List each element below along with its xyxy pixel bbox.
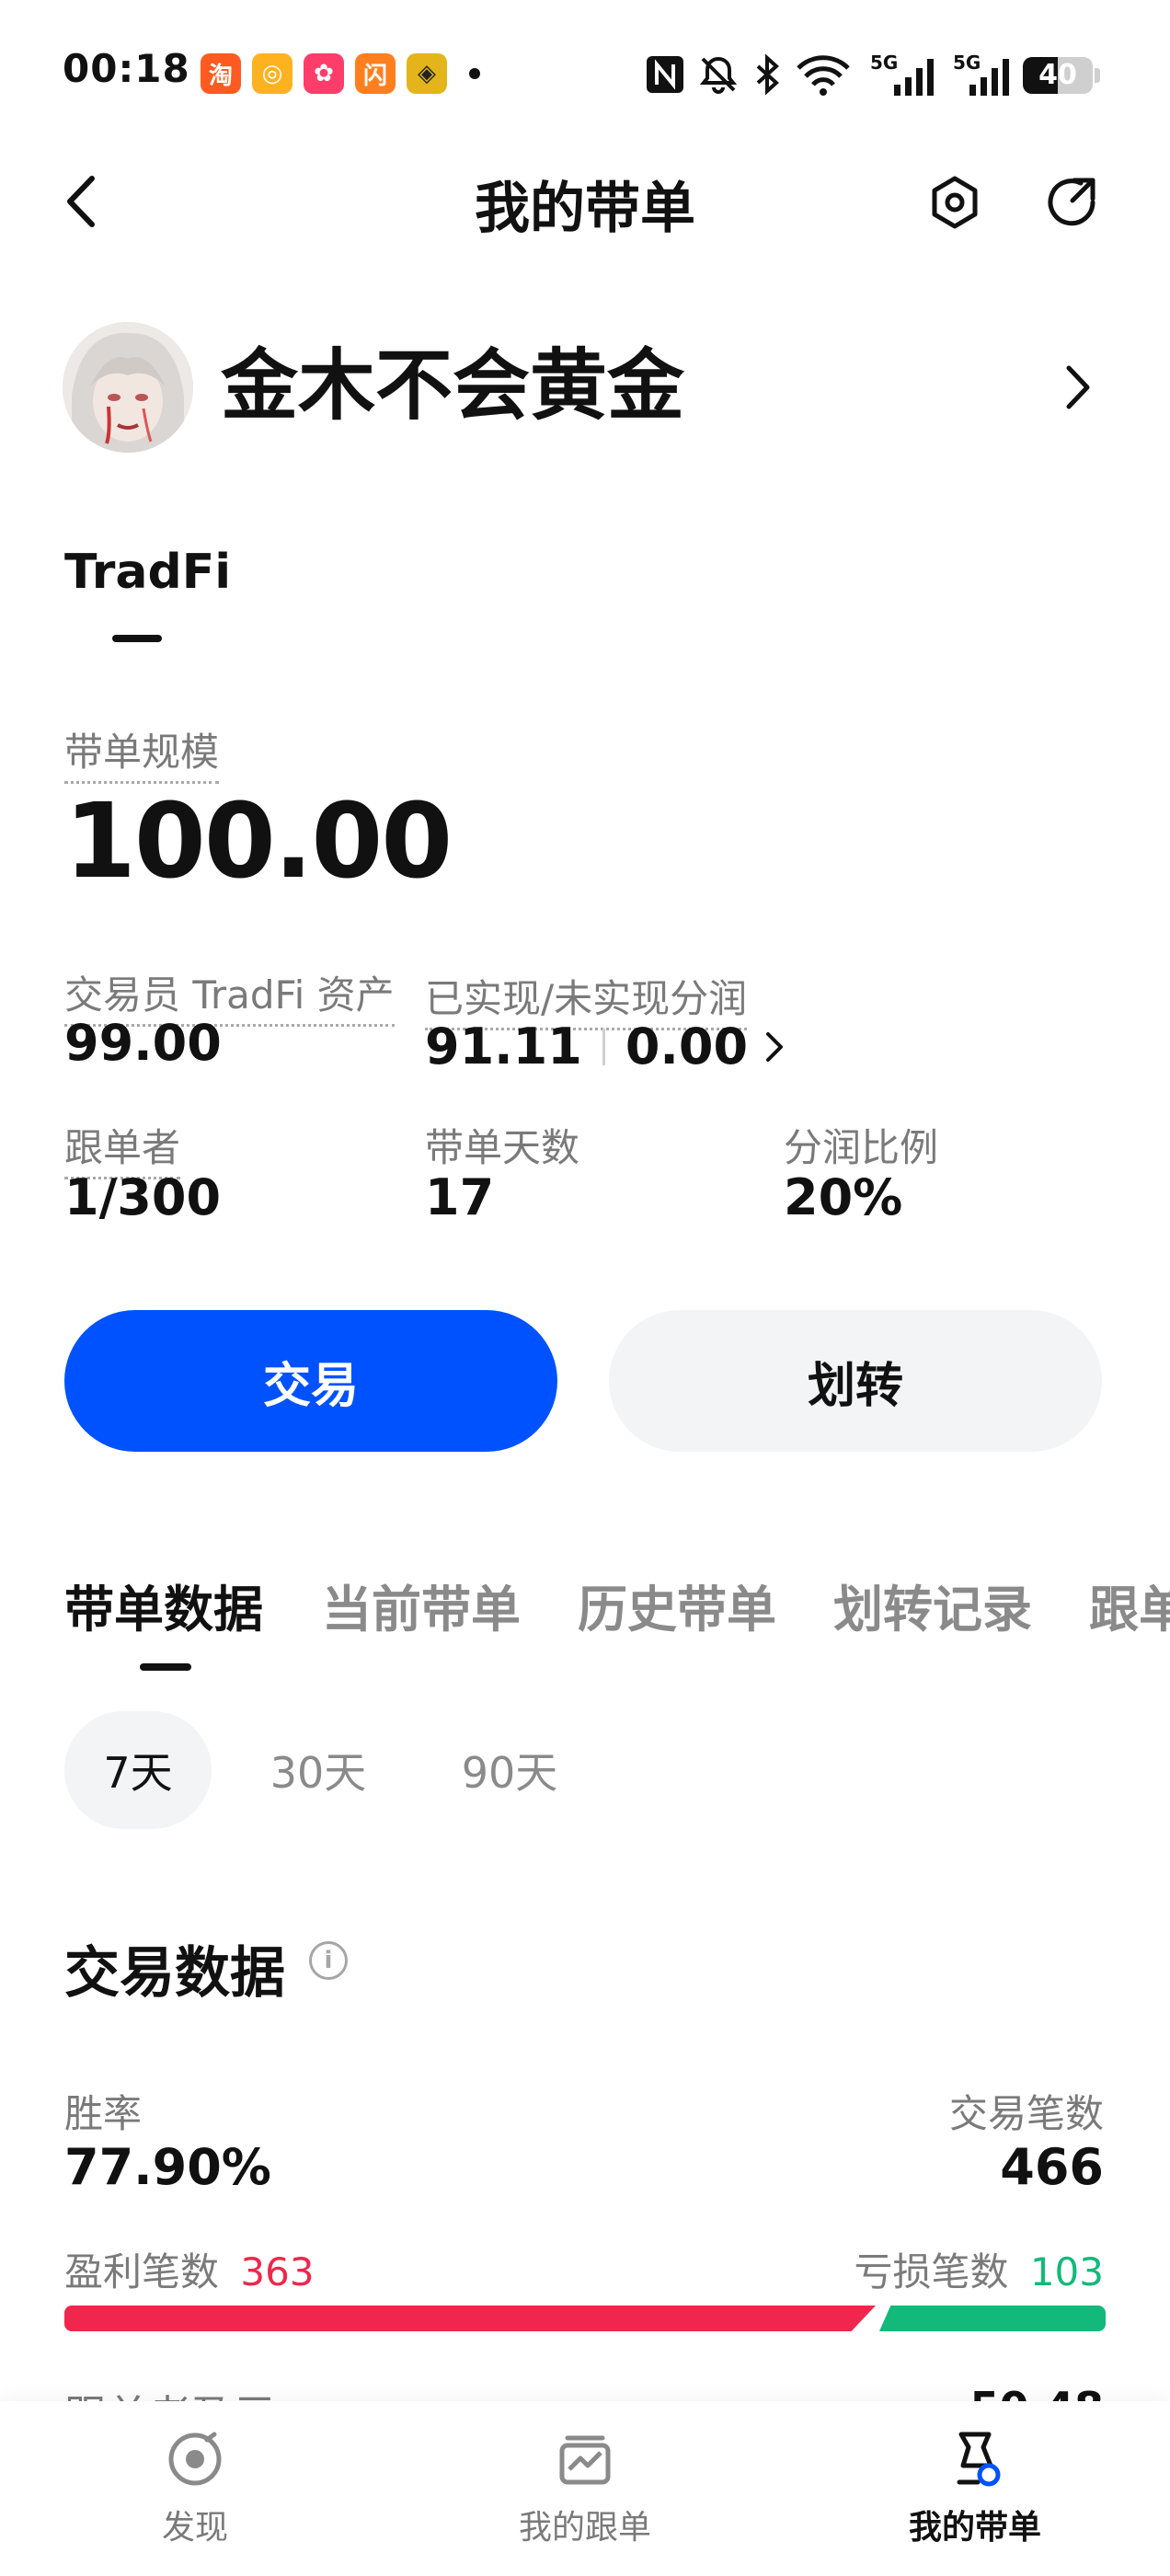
scale-label[interactable]: 带单规模 [64, 721, 220, 784]
win-rate-label: 胜率 [64, 2091, 143, 2136]
status-time: 00:18 [63, 46, 190, 91]
nav-lead-trade-label: 我的带单 [908, 2509, 1041, 2547]
notification-dot-icon [469, 68, 480, 79]
copy-trade-icon [559, 2435, 611, 2485]
bluetooth-icon [756, 53, 779, 96]
period-90d[interactable]: 90天 [436, 1711, 583, 1829]
share-ratio-value: 20% [784, 1168, 903, 1226]
period-7d[interactable]: 7天 [64, 1711, 212, 1829]
unrealized-value: 0.00 [625, 1018, 749, 1075]
chevron-right-icon-small [766, 1031, 784, 1062]
profit-share-values[interactable]: 91.11 0.00 [425, 1018, 792, 1075]
share-ratio-label: 分润比例 [784, 1125, 939, 1170]
info-icon[interactable]: i [309, 1941, 348, 1980]
flash-buy-app-icon: 闪 [355, 53, 396, 94]
profit-trades-label: 盈利笔数 [64, 2249, 220, 2294]
avatar-image [63, 322, 193, 453]
loss-trades-value: 103 [1029, 2249, 1104, 2294]
page: 00:18 淘 ◎ ✿ 闪 ◈ 5G 5G 40 我的带单 金木不会黄金 Tra… [0, 0, 1170, 2576]
chevron-right-icon[interactable] [1060, 361, 1096, 414]
taobao-app-icon: 淘 [201, 53, 241, 94]
tab-transfer-records[interactable]: 划转记录 [833, 1569, 1032, 1641]
profit-trades-value: 363 [240, 2249, 315, 2294]
trade-button[interactable]: 交易 [64, 1310, 557, 1452]
tmall-app-icon: ✿ [304, 53, 344, 94]
tab-history-lead[interactable]: 历史带单 [578, 1569, 776, 1641]
share-icon[interactable] [1041, 171, 1102, 232]
nav-discover-label: 发现 [161, 2509, 228, 2547]
nav-lead-trade[interactable]: 我的带单 [837, 2429, 1113, 2548]
tab-lead-data[interactable]: 带单数据 [64, 1569, 263, 1641]
tab-current-lead[interactable]: 当前带单 [322, 1569, 521, 1641]
days-label: 带单天数 [425, 1125, 580, 1170]
win-rate-value: 77.90% [64, 2138, 271, 2196]
trades-value: 466 [1000, 2138, 1104, 2196]
discover-icon [168, 2432, 222, 2486]
assets-value: 99.00 [64, 1014, 222, 1072]
value-divider [602, 1028, 605, 1065]
trade-data-title: 交易数据 [64, 1941, 285, 2006]
nav-copy-trade[interactable]: 我的跟单 [447, 2429, 723, 2548]
data-tab-indicator [140, 1663, 191, 1671]
nfc-icon [647, 56, 683, 93]
nav-discover[interactable]: 发现 [57, 2429, 333, 2548]
signal-icon-2 [969, 59, 1009, 96]
period-30d[interactable]: 30天 [245, 1711, 392, 1829]
loss-bar [879, 2306, 1106, 2331]
transfer-button[interactable]: 划转 [609, 1310, 1102, 1452]
settings-icon[interactable] [925, 173, 984, 232]
profit-bar [64, 2306, 876, 2331]
battery-cap [1095, 68, 1100, 83]
trades-label: 交易笔数 [948, 2091, 1104, 2136]
avatar[interactable] [63, 322, 193, 453]
page-title: 我的带单 [475, 177, 695, 241]
tab-followers[interactable]: 跟单 [1089, 1569, 1170, 1641]
signal-icon [894, 59, 934, 96]
days-value: 17 [425, 1168, 495, 1226]
followers-value: 1/300 [64, 1168, 222, 1226]
exchange-app-icon: ◈ [407, 53, 447, 94]
mute-bell-icon [699, 56, 738, 94]
realized-value: 91.11 [425, 1018, 582, 1075]
tab-indicator [112, 635, 162, 642]
nav-copy-trade-label: 我的跟单 [518, 2509, 651, 2547]
battery-icon: 40 [1023, 57, 1093, 94]
wifi-icon [797, 55, 850, 96]
loss-trades: 亏损笔数 103 [854, 2241, 1104, 2297]
profit-trades: 盈利笔数 363 [64, 2241, 315, 2297]
tab-tradfi[interactable]: TradFi [64, 545, 231, 600]
loss-trades-label: 亏损笔数 [854, 2249, 1009, 2294]
battery-level: 40 [1038, 59, 1077, 91]
lead-trade-icon [957, 2432, 1001, 2487]
scale-value: 100.00 [64, 782, 453, 902]
coin-app-icon: ◎ [252, 53, 292, 94]
nickname[interactable]: 金木不会黄金 [221, 335, 684, 436]
